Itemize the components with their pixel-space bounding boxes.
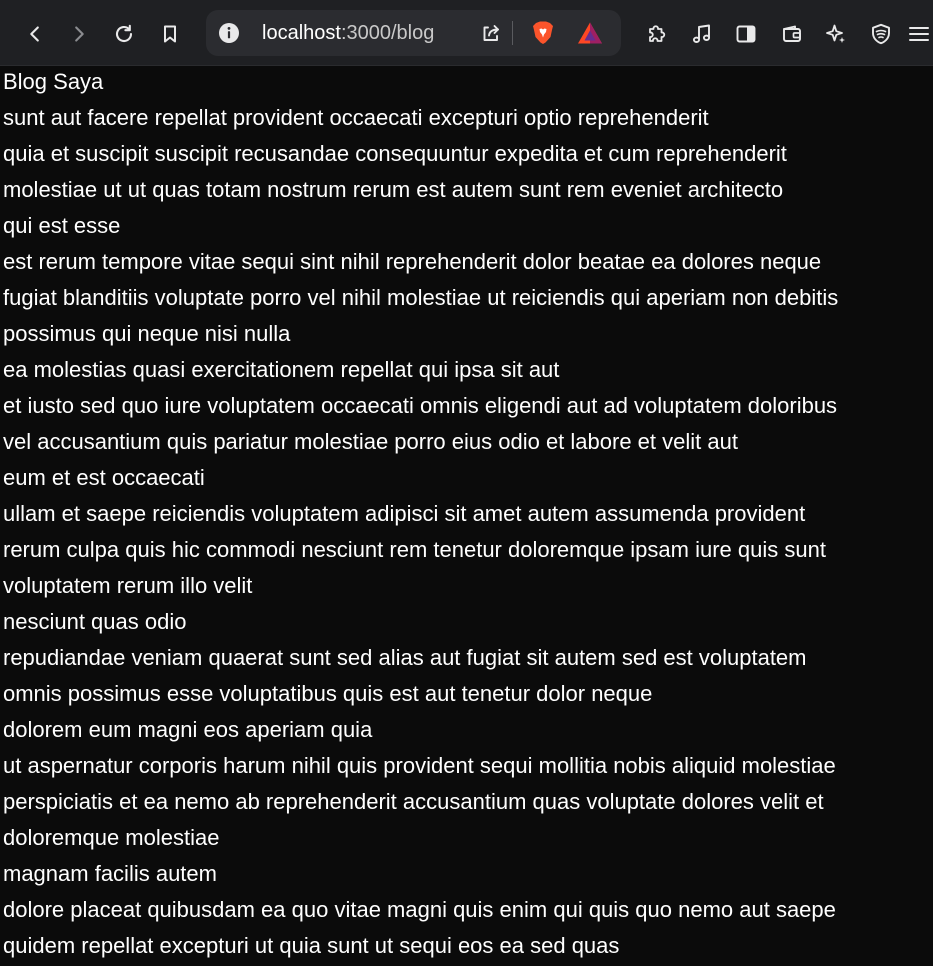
puzzle-icon[interactable] bbox=[639, 17, 673, 51]
post-line: ut aspernatur corporis harum nihil quis … bbox=[3, 753, 836, 778]
url-path: :3000/blog bbox=[340, 22, 435, 44]
post-line: est rerum tempore vitae sequi sint nihil… bbox=[3, 249, 822, 274]
post-line: perspiciatis et ea nemo ab reprehenderit… bbox=[3, 789, 824, 814]
post-line: quia et suscipit suscipit recusandae con… bbox=[3, 141, 787, 166]
forward-arrow-icon[interactable] bbox=[62, 17, 96, 51]
hamburger-menu-icon[interactable] bbox=[906, 17, 933, 51]
post-line: molestiae ut ut quas totam nostrum rerum… bbox=[3, 177, 784, 202]
page-content: Blog Saya sunt aut facere repellat provi… bbox=[0, 66, 933, 966]
brave-lion-icon[interactable] bbox=[530, 20, 556, 46]
post-line: magnam facilis autem bbox=[3, 861, 217, 886]
sparkle-icon[interactable] bbox=[819, 17, 853, 51]
reload-icon[interactable] bbox=[107, 17, 141, 51]
post-line: repudiandae veniam quaerat sunt sed alia… bbox=[3, 645, 807, 670]
urlbar-divider bbox=[512, 21, 513, 45]
share-icon[interactable] bbox=[478, 20, 504, 46]
post-line: dolore placeat quibusdam ea quo vitae ma… bbox=[3, 897, 836, 922]
bookmark-icon[interactable] bbox=[153, 17, 187, 51]
post-line: quidem repellat excepturi ut quia sunt u… bbox=[3, 933, 620, 958]
post-line: qui est esse bbox=[3, 213, 121, 238]
back-arrow-icon[interactable] bbox=[18, 17, 52, 51]
post-line: ea molestias quasi exercitationem repell… bbox=[3, 357, 560, 382]
browser-toolbar: localhost:3000/blog bbox=[0, 0, 933, 66]
address-bar[interactable]: localhost:3000/blog bbox=[206, 10, 621, 56]
post-line: et iusto sed quo iure voluptatem occaeca… bbox=[3, 393, 838, 418]
sidebar-icon[interactable] bbox=[729, 17, 763, 51]
post-line: fugiat blanditiis voluptate porro vel ni… bbox=[3, 285, 839, 310]
post-line: possimus qui neque nisi nulla bbox=[3, 321, 291, 346]
shield-icon[interactable] bbox=[864, 17, 898, 51]
page-title: Blog Saya bbox=[3, 69, 104, 94]
url-host: localhost bbox=[262, 22, 341, 44]
post-line: ullam et saepe reiciendis voluptatem adi… bbox=[3, 501, 806, 526]
post-line: sunt aut facere repellat provident occae… bbox=[3, 105, 709, 130]
music-note-icon[interactable] bbox=[685, 17, 719, 51]
post-line: dolorem eum magni eos aperiam quia bbox=[3, 717, 373, 742]
post-line: eum et est occaecati bbox=[3, 465, 205, 490]
wallet-icon[interactable] bbox=[775, 17, 809, 51]
post-line: omnis possimus esse voluptatibus quis es… bbox=[3, 681, 653, 706]
post-line: rerum culpa quis hic commodi nesciunt re… bbox=[3, 537, 826, 562]
post-line: doloremque molestiae bbox=[3, 825, 220, 850]
info-icon[interactable] bbox=[218, 22, 240, 44]
post-line: vel accusantium quis pariatur molestiae … bbox=[3, 429, 738, 454]
post-list: sunt aut facere repellat provident occae… bbox=[0, 100, 933, 964]
bat-triangle-icon[interactable] bbox=[577, 20, 603, 46]
post-line: nesciunt quas odio bbox=[3, 609, 187, 634]
post-line: voluptatem rerum illo velit bbox=[3, 573, 253, 598]
url-text[interactable]: localhost:3000/blog bbox=[262, 22, 434, 44]
